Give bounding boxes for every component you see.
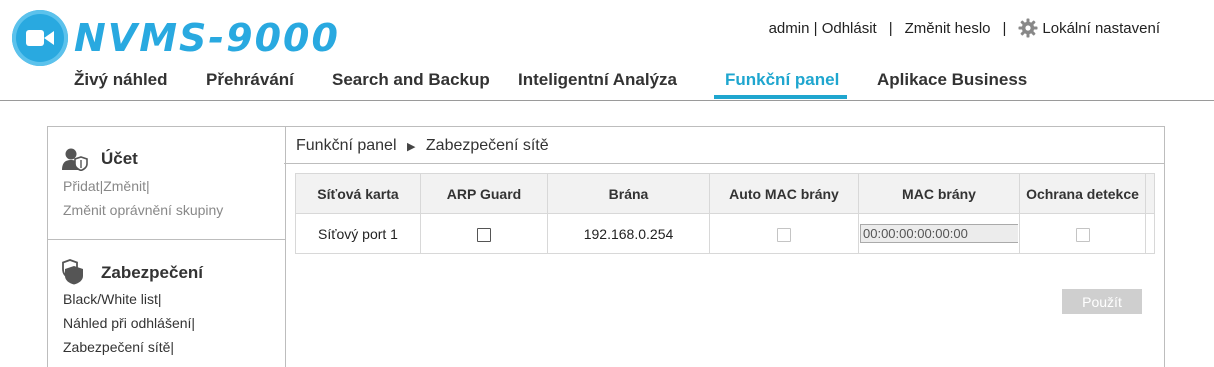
column-header: MAC brány <box>858 173 1020 214</box>
main-nav: Živý náhled Přehrávání Search and Backup… <box>0 68 1214 101</box>
tab-live-view[interactable]: Živý náhled <box>74 70 168 90</box>
column-header: Síťová karta <box>295 173 421 214</box>
arp-guard-cell <box>420 213 548 254</box>
gateway-mac-input[interactable] <box>860 224 1018 243</box>
auto-mac-checkbox[interactable] <box>777 227 791 242</box>
security-shield-icon <box>62 259 86 290</box>
breadcrumb-current: Zabezpečení sítě <box>425 137 549 154</box>
camera-logo-icon <box>12 10 68 66</box>
breadcrumb-root[interactable]: Funkční panel <box>296 137 397 154</box>
separator: | <box>809 19 822 37</box>
detection-protection-checkbox[interactable] <box>1075 227 1090 242</box>
column-header: Auto MAC brány <box>709 173 859 214</box>
logo-text: NVMS-9000 <box>74 16 340 60</box>
sidebar-link-network-security[interactable]: Zabezpečení sítě| <box>63 339 174 355</box>
scrollbar-gutter <box>1145 213 1155 254</box>
breadcrumb-arrow-icon: ▶ <box>406 141 416 153</box>
app-logo: NVMS-9000 <box>12 10 340 66</box>
arp-guard-checkbox[interactable] <box>477 227 491 242</box>
tab-function-panel[interactable]: Funkční panel <box>725 70 839 90</box>
separator: | <box>1002 19 1007 37</box>
username: admin <box>768 19 810 37</box>
sidebar-security-title: Zabezpečení <box>101 263 204 282</box>
logout-link[interactable]: Odhlásit <box>822 20 877 37</box>
gateway-cell: 192.168.0.254 <box>547 213 710 254</box>
tab-business-apps[interactable]: Aplikace Business <box>877 70 1027 90</box>
mac-cell <box>858 213 1020 254</box>
tab-search-backup[interactable]: Search and Backup <box>332 70 490 90</box>
content-panel: Funkční panel ▶ Zabezpečení sítě Síťová … <box>284 126 1165 367</box>
auto-mac-cell <box>709 213 859 254</box>
sidebar: Účet Přidat|Změnit| Změnit oprávnění sku… <box>47 126 286 367</box>
breadcrumb: Funkční panel ▶ Zabezpečení sítě <box>296 137 549 155</box>
column-header: ARP Guard <box>420 173 548 214</box>
tab-intelligent-analysis[interactable]: Inteligentní Analýza <box>518 70 677 90</box>
network-card-cell: Síťový port 1 <box>295 213 421 254</box>
sidebar-link-logout-preview[interactable]: Náhled při odhlášení| <box>63 315 195 331</box>
table-row: Síťový port 1 192.168.0.254 <box>295 213 1155 254</box>
column-header: Ochrana detekce <box>1019 173 1146 214</box>
apply-button[interactable]: Použít <box>1062 289 1142 314</box>
table-header-row: Síťová karta ARP Guard Brána Auto MAC br… <box>295 173 1155 214</box>
tab-playback[interactable]: Přehrávání <box>206 70 294 90</box>
change-password-link[interactable]: Změnit heslo <box>905 20 991 37</box>
sidebar-link-group-permissions[interactable]: Změnit oprávnění skupiny <box>63 202 223 218</box>
separator: | <box>888 19 893 37</box>
detection-protection-cell <box>1019 213 1146 254</box>
sidebar-link-black-white-list[interactable]: Black/White list| <box>63 291 162 307</box>
scrollbar-gutter <box>1145 173 1155 214</box>
gear-icon[interactable] <box>1018 18 1038 38</box>
local-settings-link[interactable]: Lokální nastavení <box>1042 20 1160 37</box>
divider <box>284 163 1164 164</box>
sidebar-section-account: Účet Přidat|Změnit| Změnit oprávnění sku… <box>48 127 285 240</box>
user-shield-icon <box>62 147 88 176</box>
sidebar-account-title: Účet <box>101 149 138 168</box>
network-security-table: Síťová karta ARP Guard Brána Auto MAC br… <box>295 173 1155 254</box>
top-links: admin | Odhlásit | Změnit heslo | Lokáln… <box>769 18 1160 38</box>
column-header: Brána <box>547 173 710 214</box>
sidebar-link-add-change[interactable]: Přidat|Změnit| <box>63 178 150 194</box>
active-tab-indicator <box>714 95 847 99</box>
